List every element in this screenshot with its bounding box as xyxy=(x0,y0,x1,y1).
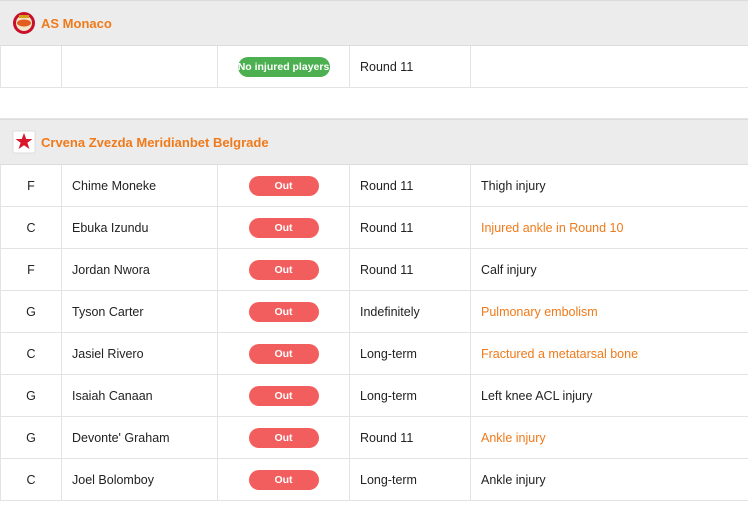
team-name[interactable]: AS Monaco xyxy=(41,16,112,31)
reason-link[interactable]: Ankle injury xyxy=(481,431,546,445)
table-row: G Isaiah Canaan Out Long-term Left knee ACL … xyxy=(0,375,748,417)
timeline-cell: Long-term xyxy=(350,459,471,500)
player-name-cell: Devonte' Graham xyxy=(62,417,218,458)
status-badge: Out xyxy=(248,217,319,238)
section-spacer xyxy=(0,88,748,119)
player-name-cell: Isaiah Canaan xyxy=(62,375,218,416)
status-badge: Out xyxy=(248,427,319,448)
reason-link[interactable]: Injured ankle in Round 10 xyxy=(481,221,623,235)
table-row: C Joel Bolomboy Out Long-term Ankle injury xyxy=(0,459,748,501)
reason-text: Calf injury xyxy=(481,262,537,277)
reason-text: Ankle injury xyxy=(481,472,546,487)
status-cell: Out xyxy=(218,375,350,416)
table-row: F Chime Moneke Out Round 11 Thigh injury xyxy=(0,165,748,207)
reason-cell: Fractured a metatarsal bone xyxy=(471,333,748,374)
timeline-cell: Long-term xyxy=(350,333,471,374)
status-badge: Out xyxy=(248,259,319,280)
player-name-cell: Chime Moneke xyxy=(62,165,218,206)
position-cell: G xyxy=(0,417,62,458)
status-cell: Out xyxy=(218,165,350,206)
reason-cell: Left knee ACL injury xyxy=(471,375,748,416)
position-cell: F xyxy=(0,249,62,290)
timeline-cell: Round 11 xyxy=(350,417,471,458)
team-header-crvena-zvezda: Crvena Zvezda Meridianbet Belgrade xyxy=(0,119,748,165)
timeline-cell: Round 11 xyxy=(350,165,471,206)
status-cell: Out xyxy=(218,291,350,332)
crvena-zvezda-logo-icon xyxy=(12,130,36,154)
table-row: C Jasiel Rivero Out Long-term Fractured a me… xyxy=(0,333,748,375)
player-name-cell: Joel Bolomboy xyxy=(62,459,218,500)
player-name-cell: Tyson Carter xyxy=(62,291,218,332)
timeline-cell: Indefinitely xyxy=(350,291,471,332)
status-badge: No injured players xyxy=(237,56,330,77)
status-badge: Out xyxy=(248,385,319,406)
table-row: F Jordan Nwora Out Round 11 Calf injury xyxy=(0,249,748,291)
status-badge: Out xyxy=(248,469,319,490)
table-row: C Ebuka Izundu Out Round 11 Injured ankle in… xyxy=(0,207,748,249)
timeline-cell: Long-term xyxy=(350,375,471,416)
player-name-cell: Ebuka Izundu xyxy=(62,207,218,248)
table-row: G Tyson Carter Out Indefinitely Pulmonary em… xyxy=(0,291,748,333)
reason-cell: Ankle injury xyxy=(471,459,748,500)
status-cell: Out xyxy=(218,207,350,248)
table-row: G Devonte' Graham Out Round 11 Ankle injury xyxy=(0,417,748,459)
injury-report: AS Monaco No injured players Round 11 Cr… xyxy=(0,0,748,501)
monaco-logo-icon xyxy=(12,11,36,35)
reason-cell: Pulmonary embolism xyxy=(471,291,748,332)
timeline-cell: Round 11 xyxy=(350,207,471,248)
reason-cell: Ankle injury xyxy=(471,417,748,458)
position-cell: G xyxy=(0,291,62,332)
player-name-cell: Jordan Nwora xyxy=(62,249,218,290)
timeline-cell: Round 11 xyxy=(350,46,471,87)
team-header-monaco: AS Monaco xyxy=(0,0,748,46)
status-cell: Out xyxy=(218,417,350,458)
table-row: No injured players Round 11 xyxy=(0,46,748,88)
team-name[interactable]: Crvena Zvezda Meridianbet Belgrade xyxy=(41,135,269,150)
player-name-cell xyxy=(62,46,218,87)
reason-link[interactable]: Pulmonary embolism xyxy=(481,305,598,319)
status-badge: Out xyxy=(248,175,319,196)
position-cell: C xyxy=(0,459,62,500)
reason-cell: Injured ankle in Round 10 xyxy=(471,207,748,248)
status-cell: Out xyxy=(218,249,350,290)
status-cell: Out xyxy=(218,459,350,500)
reason-cell: Calf injury xyxy=(471,249,748,290)
status-badge: Out xyxy=(248,301,319,322)
position-cell xyxy=(0,46,62,87)
position-cell: C xyxy=(0,207,62,248)
status-cell: Out xyxy=(218,333,350,374)
reason-text: Left knee ACL injury xyxy=(481,388,593,403)
reason-cell: Thigh injury xyxy=(471,165,748,206)
reason-link[interactable]: Fractured a metatarsal bone xyxy=(481,347,638,361)
timeline-cell: Round 11 xyxy=(350,249,471,290)
reason-text: Thigh injury xyxy=(481,178,546,193)
position-cell: G xyxy=(0,375,62,416)
status-badge: Out xyxy=(248,343,319,364)
status-cell: No injured players xyxy=(218,46,350,87)
reason-cell xyxy=(471,46,748,87)
position-cell: C xyxy=(0,333,62,374)
player-name-cell: Jasiel Rivero xyxy=(62,333,218,374)
position-cell: F xyxy=(0,165,62,206)
